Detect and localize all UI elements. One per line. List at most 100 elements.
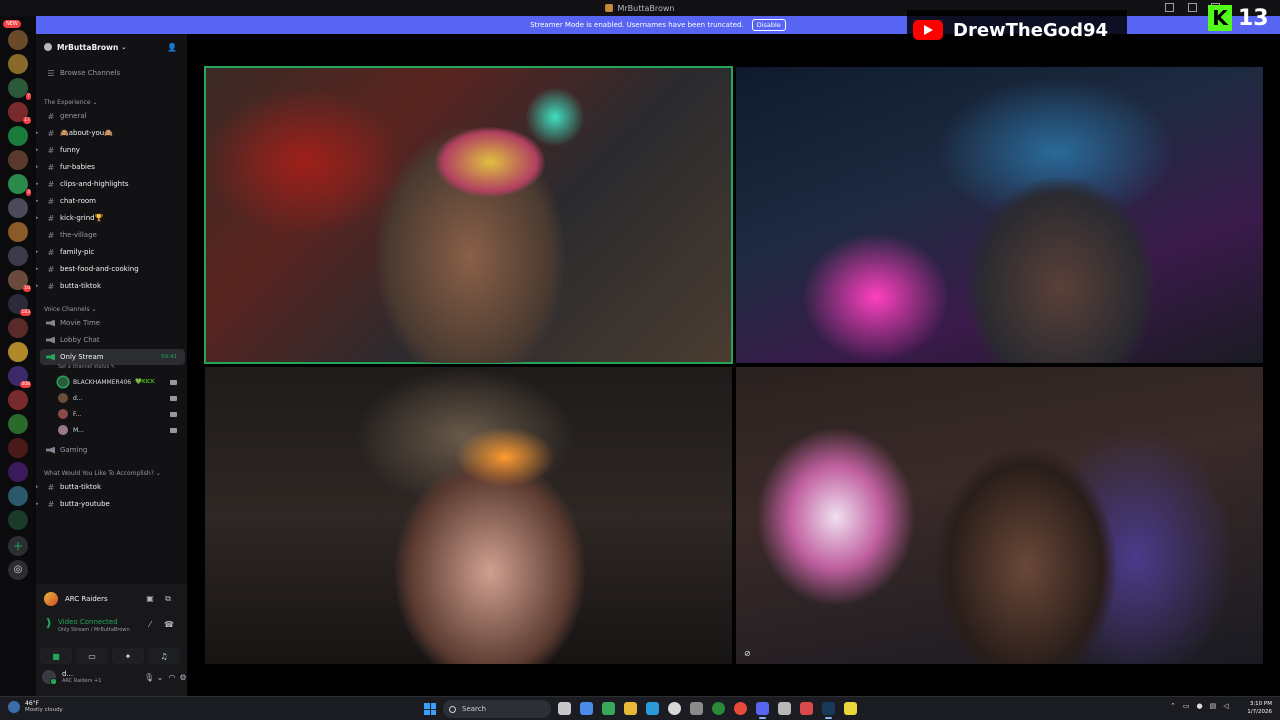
minimize-button[interactable] <box>1188 3 1197 12</box>
server-icon[interactable]: 3 <box>8 174 31 196</box>
chevron-down-icon[interactable]: ⌄ <box>156 674 164 682</box>
file-explorer-icon[interactable] <box>624 702 637 715</box>
discover-icon[interactable]: ◎ <box>8 560 28 580</box>
server-icon[interactable] <box>8 486 28 506</box>
weather-widget[interactable]: 46°F Mostly cloudy <box>8 700 63 713</box>
channel-item-funny[interactable]: ▸ # funny <box>36 142 187 158</box>
steam-icon[interactable] <box>822 702 835 719</box>
app-icon[interactable] <box>844 702 857 715</box>
channel-item-best-food[interactable]: ▸ # best-food-and-cooking <box>36 261 187 277</box>
activities-button[interactable]: ✦ <box>112 648 144 664</box>
banner-text: Streamer Mode is enabled. Usernames have… <box>530 21 744 29</box>
server-icon[interactable] <box>8 414 28 434</box>
voice-user[interactable]: d... <box>58 391 183 405</box>
soundboard-button[interactable]: ♫ <box>148 648 180 664</box>
copilot-icon[interactable] <box>580 702 593 715</box>
channel-item-general[interactable]: # general <box>36 108 187 124</box>
server-icon[interactable] <box>8 150 28 170</box>
voice-channel-lobby-chat[interactable]: Lobby Chat <box>36 332 187 348</box>
server-icon[interactable]: 10 <box>8 270 31 292</box>
server-icon[interactable] <box>8 510 28 530</box>
popout-icon[interactable]: ⧉ <box>164 595 172 603</box>
channel-item-chat-room[interactable]: ▸ # chat-room <box>36 193 187 209</box>
screen-share-button[interactable]: ▭ <box>76 648 108 664</box>
channel-item-butta-tiktok-2[interactable]: ▸ # butta-tiktok <box>36 479 187 495</box>
disconnect-icon[interactable]: ☎ <box>164 621 174 629</box>
channel-item-clips[interactable]: ▸ # clips-and-highlights <box>36 176 187 192</box>
server-icon[interactable]: 408 <box>8 366 31 388</box>
noise-suppression-icon[interactable]: ⁄ <box>146 621 154 629</box>
server-icon[interactable] <box>8 462 28 482</box>
app-icon[interactable] <box>778 702 791 715</box>
server-icon[interactable]: 17 <box>8 102 31 124</box>
invite-icon[interactable]: 👤 <box>167 43 177 52</box>
kick-viewer-count: 13 <box>1238 5 1269 31</box>
server-icon[interactable] <box>8 342 28 362</box>
voice-connection-status[interactable]: Video Connected Only Stream / MrButtaBro… <box>42 617 130 633</box>
gear-icon[interactable]: ⚙ <box>179 674 187 682</box>
channel-item-the-village[interactable]: # the-village <box>36 227 187 243</box>
task-view-icon[interactable] <box>558 702 571 715</box>
pc-light-shape <box>756 427 916 607</box>
monitor-icon[interactable]: ▭ <box>1183 702 1190 710</box>
hash-icon: # <box>47 247 55 257</box>
voice-user[interactable]: BLACKHAMMER406 💚KICK <box>58 375 183 389</box>
video-tile[interactable] <box>205 367 732 664</box>
server-icon[interactable] <box>8 126 28 146</box>
headphones-icon[interactable]: ◠ <box>168 674 176 682</box>
server-icon[interactable] <box>8 318 28 338</box>
chrome-icon[interactable] <box>734 702 747 715</box>
network-icon[interactable]: ▤ <box>1210 702 1217 710</box>
app-icon[interactable] <box>800 702 813 715</box>
inbox-icon[interactable] <box>1165 3 1174 12</box>
voice-channel-only-stream[interactable]: Only Stream 59:41 <box>40 349 185 365</box>
camera-button[interactable]: ■ <box>40 648 72 664</box>
server-icon[interactable] <box>8 198 28 218</box>
voice-channel-movie-time[interactable]: Movie Time <box>36 315 187 331</box>
server-icon[interactable] <box>8 390 28 410</box>
channel-item-butta-tiktok[interactable]: ▸ # butta-tiktok <box>36 278 187 294</box>
channel-item-butta-youtube[interactable]: ▸ # butta-youtube <box>36 496 187 512</box>
voice-user[interactable]: M... <box>58 423 183 437</box>
server-icon[interactable] <box>8 246 28 266</box>
browse-channels[interactable]: ☰ Browse Channels <box>36 65 187 81</box>
channel-item-kick-grind[interactable]: ▸ # kick-grind🏆 <box>36 210 187 226</box>
set-channel-status[interactable]: Set a channel status ✎ <box>58 364 115 370</box>
voice-channel-gaming[interactable]: Gaming <box>36 442 187 458</box>
video-tile[interactable]: ⊘ <box>736 367 1263 664</box>
chevron-up-icon[interactable]: ⌃ <box>1170 702 1176 710</box>
clock[interactable]: 3:10 PM 1/7/2026 <box>1242 700 1272 716</box>
activity-row[interactable]: ARC Raiders <box>44 592 108 606</box>
volume-icon[interactable]: ◁ <box>1223 702 1228 710</box>
add-server-icon[interactable]: + <box>8 536 28 556</box>
channel-item-family-pic[interactable]: ▸ # family-pic <box>36 244 187 260</box>
mic-icon[interactable]: ● <box>1197 702 1203 710</box>
app-icon[interactable] <box>690 702 703 715</box>
server-header[interactable]: MrButtaBrown ⌄ 👤 <box>36 38 187 56</box>
server-icon[interactable] <box>8 222 28 242</box>
disable-streamer-mode-button[interactable]: Disable <box>751 19 786 31</box>
app-icon[interactable] <box>668 702 681 715</box>
voice-user[interactable]: F... <box>58 407 183 421</box>
discord-icon[interactable] <box>756 702 769 719</box>
channel-item-fur-babies[interactable]: ▸ # fur-babies <box>36 159 187 175</box>
server-icon[interactable] <box>8 30 28 50</box>
video-tile[interactable] <box>204 66 733 364</box>
server-icon[interactable] <box>8 54 28 74</box>
server-icon[interactable]: 7 <box>8 78 31 100</box>
taskbar-search[interactable]: Search <box>443 700 551 718</box>
caret-icon: ▸ <box>36 266 39 272</box>
edge-icon[interactable] <box>646 702 659 715</box>
controller-icon[interactable]: ▣ <box>146 595 154 603</box>
xbox-icon[interactable] <box>712 702 725 715</box>
widgets-icon[interactable] <box>602 702 615 715</box>
user-info[interactable]: d... ARC Raiders +1 <box>42 670 101 685</box>
hash-icon: # <box>47 196 55 206</box>
channel-item-about-you[interactable]: ▸ # 🙈about-you🙈 <box>36 125 187 141</box>
server-icon[interactable] <box>8 438 28 458</box>
camera-icon <box>170 379 177 385</box>
start-button[interactable] <box>424 703 436 715</box>
server-icon[interactable]: 183 <box>8 294 31 316</box>
video-tile[interactable] <box>736 67 1263 363</box>
mic-icon[interactable]: 🎙 <box>144 674 154 682</box>
